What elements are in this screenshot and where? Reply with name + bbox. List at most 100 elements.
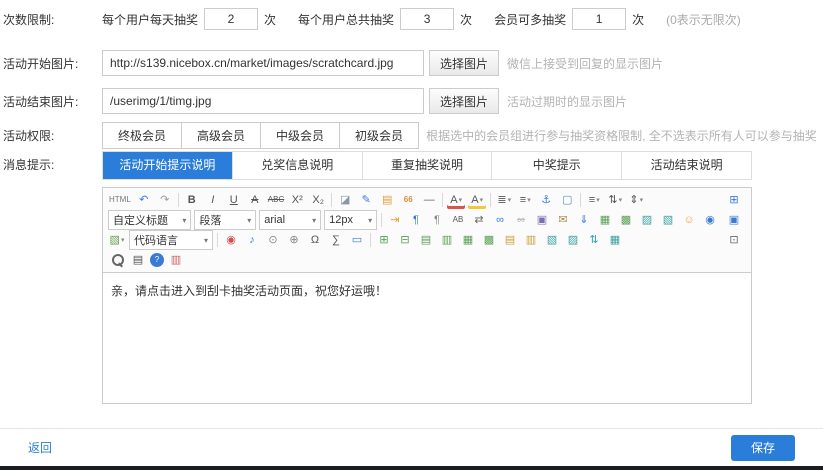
align-icon[interactable]: ≡▾ <box>585 191 603 209</box>
insert-table-icon[interactable]: ⊞ <box>375 231 393 249</box>
insert-row-icon[interactable]: ▤ <box>417 231 435 249</box>
table-sort-icon[interactable]: ⇅ <box>585 231 603 249</box>
horizontal-rule-icon[interactable]: — <box>420 191 438 209</box>
toolbar-row: ▧▾代码语言▾◉♪⊙⊕Ω∑▭⊞⊟▤▥▦▩▤▥▧▨⇅▦⊡ <box>106 230 748 250</box>
ordered-list-icon[interactable]: ≣▾ <box>495 191 513 209</box>
table-border-icon[interactable]: ▦ <box>606 231 624 249</box>
blockquote-icon[interactable]: 66 <box>399 191 417 209</box>
delete-table-icon[interactable]: ⊟ <box>396 231 414 249</box>
table-header-icon[interactable]: ▧ <box>543 231 561 249</box>
insert-frame-icon[interactable]: ▢ <box>558 191 576 209</box>
tab-activity-end[interactable]: 活动结束说明 <box>622 152 751 179</box>
tab-repeat-draw[interactable]: 重复抽奖说明 <box>363 152 493 179</box>
preview-icon[interactable]: ▤ <box>129 251 147 269</box>
delete-row-icon[interactable]: ▤ <box>501 231 519 249</box>
member-level-middle-button[interactable]: 中级会员 <box>260 122 340 149</box>
date-icon[interactable]: ⊕ <box>285 231 303 249</box>
snapshot-icon[interactable]: ▩ <box>617 211 635 229</box>
spellcheck-icon[interactable]: ABC <box>267 191 285 209</box>
undo-icon[interactable]: ↶ <box>135 191 153 209</box>
member-level-ultimate-button[interactable]: 终极会员 <box>102 122 182 149</box>
ltr-paragraph-icon[interactable]: ¶ <box>407 211 425 229</box>
per-day-input[interactable] <box>204 8 258 30</box>
auto-typeset-icon[interactable]: ⇄ <box>470 211 488 229</box>
italic-icon[interactable]: I <box>204 191 222 209</box>
save-button[interactable]: 保存 <box>731 435 795 461</box>
end-image-label: 活动结束图片: <box>0 93 102 110</box>
start-image-label: 活动开始图片: <box>0 55 102 72</box>
delete-col-icon[interactable]: ▥ <box>522 231 540 249</box>
link-icon[interactable]: ∞ <box>491 211 509 229</box>
custom-title-select[interactable]: 自定义标题▾ <box>108 210 191 230</box>
paragraph-spacing-icon[interactable]: ⇕▾ <box>627 191 645 209</box>
format-painter-icon[interactable]: ✎ <box>357 191 375 209</box>
background-color-icon[interactable]: A▾ <box>468 191 486 209</box>
insert-music-icon[interactable]: ♪ <box>243 231 261 249</box>
source-code-icon[interactable]: HTML <box>108 191 132 209</box>
map-icon[interactable]: ◉ <box>701 211 719 229</box>
subscript-icon[interactable]: X₂ <box>309 191 327 209</box>
table-style-icon[interactable]: ▧▾ <box>108 231 126 249</box>
end-image-choose-button[interactable]: 选择图片 <box>429 88 499 114</box>
unlink-icon[interactable]: ∞ <box>512 211 530 229</box>
insert-image-icon[interactable]: ▦ <box>596 211 614 229</box>
highlight-block-icon[interactable]: ▨ <box>638 211 656 229</box>
rtl-paragraph-icon[interactable]: ¶ <box>428 211 446 229</box>
formula-icon[interactable]: ∑ <box>327 231 345 249</box>
start-image-choose-button[interactable]: 选择图片 <box>429 50 499 76</box>
clear-doc-icon[interactable]: ▧ <box>659 211 677 229</box>
clock-icon[interactable]: ⊙ <box>264 231 282 249</box>
print-icon[interactable]: ⊡ <box>725 231 743 249</box>
special-chars-icon[interactable]: Ω <box>306 231 324 249</box>
indent-icon[interactable]: ⇥ <box>386 211 404 229</box>
total-input[interactable] <box>400 8 454 30</box>
strikethrough-icon[interactable]: A <box>246 191 264 209</box>
message-tabs: 活动开始提示说明 兑奖信息说明 重复抽奖说明 中奖提示 活动结束说明 <box>102 151 752 180</box>
paste-word-icon[interactable]: ▤ <box>378 191 396 209</box>
tab-win-tip[interactable]: 中奖提示 <box>492 152 622 179</box>
font-family-select[interactable]: arial▾ <box>259 210 321 230</box>
underline-icon[interactable]: U <box>225 191 243 209</box>
tab-activity-start-tip[interactable]: 活动开始提示说明 <box>103 152 233 179</box>
word-image-icon[interactable]: ▣ <box>533 211 551 229</box>
emotion-icon[interactable]: ☺ <box>680 211 698 229</box>
total-group: 每个用户总共抽奖 次 <box>298 8 478 30</box>
back-link[interactable]: 返回 <box>28 439 52 456</box>
split-cells-icon[interactable]: ▩ <box>480 231 498 249</box>
search-replace-icon[interactable] <box>108 251 126 269</box>
download-icon[interactable]: ⇓ <box>575 211 593 229</box>
bold-icon[interactable]: B <box>183 191 201 209</box>
member-extra-input[interactable] <box>572 8 626 30</box>
paragraph-select[interactable]: 段落▾ <box>194 210 256 230</box>
attachment-icon[interactable]: ✉ <box>554 211 572 229</box>
toolbar-separator <box>217 233 218 247</box>
editor-toolbar: HTML↶↷BIUAABCX²X₂◪✎▤66—A▾A▾≣▾≡▾⚓▢≡▾⇅▾⇕▾⊞… <box>103 188 751 273</box>
font-size-select[interactable]: 12px▾ <box>324 210 377 230</box>
iframe-icon[interactable]: ▭ <box>348 231 366 249</box>
end-image-input[interactable] <box>102 88 424 114</box>
help-icon[interactable]: ? <box>150 253 164 267</box>
unordered-list-icon[interactable]: ≡▾ <box>516 191 534 209</box>
code-language-select[interactable]: 代码语言▾ <box>129 230 213 250</box>
editor-body[interactable]: 亲，请点击进入到刮卡抽奖活动页面，祝您好运哦！ <box>103 273 751 403</box>
member-level-senior-button[interactable]: 高级会员 <box>181 122 261 149</box>
eraser-icon[interactable]: ◪ <box>336 191 354 209</box>
letter-spacing-icon[interactable]: AB <box>449 211 467 229</box>
merge-cells-icon[interactable]: ▦ <box>459 231 477 249</box>
line-height-icon[interactable]: ⇅▾ <box>606 191 624 209</box>
limits-hint: (0表示无限次) <box>666 11 741 28</box>
anchor-icon[interactable]: ⚓ <box>537 191 555 209</box>
tab-redeem-info[interactable]: 兑奖信息说明 <box>233 152 363 179</box>
member-level-junior-button[interactable]: 初级会员 <box>339 122 419 149</box>
redo-icon[interactable]: ↷ <box>156 191 174 209</box>
insert-col-icon[interactable]: ▥ <box>438 231 456 249</box>
font-color-icon[interactable]: A▾ <box>447 191 465 209</box>
template-icon[interactable]: ▥ <box>167 251 185 269</box>
checklist-icon[interactable]: ▣ <box>725 211 743 229</box>
fullscreen-icon[interactable]: ⊞ <box>725 191 743 209</box>
permission-label: 活动权限: <box>0 127 102 144</box>
insert-video-icon[interactable]: ◉ <box>222 231 240 249</box>
superscript-icon[interactable]: X² <box>288 191 306 209</box>
table-title-icon[interactable]: ▨ <box>564 231 582 249</box>
start-image-input[interactable] <box>102 50 424 76</box>
